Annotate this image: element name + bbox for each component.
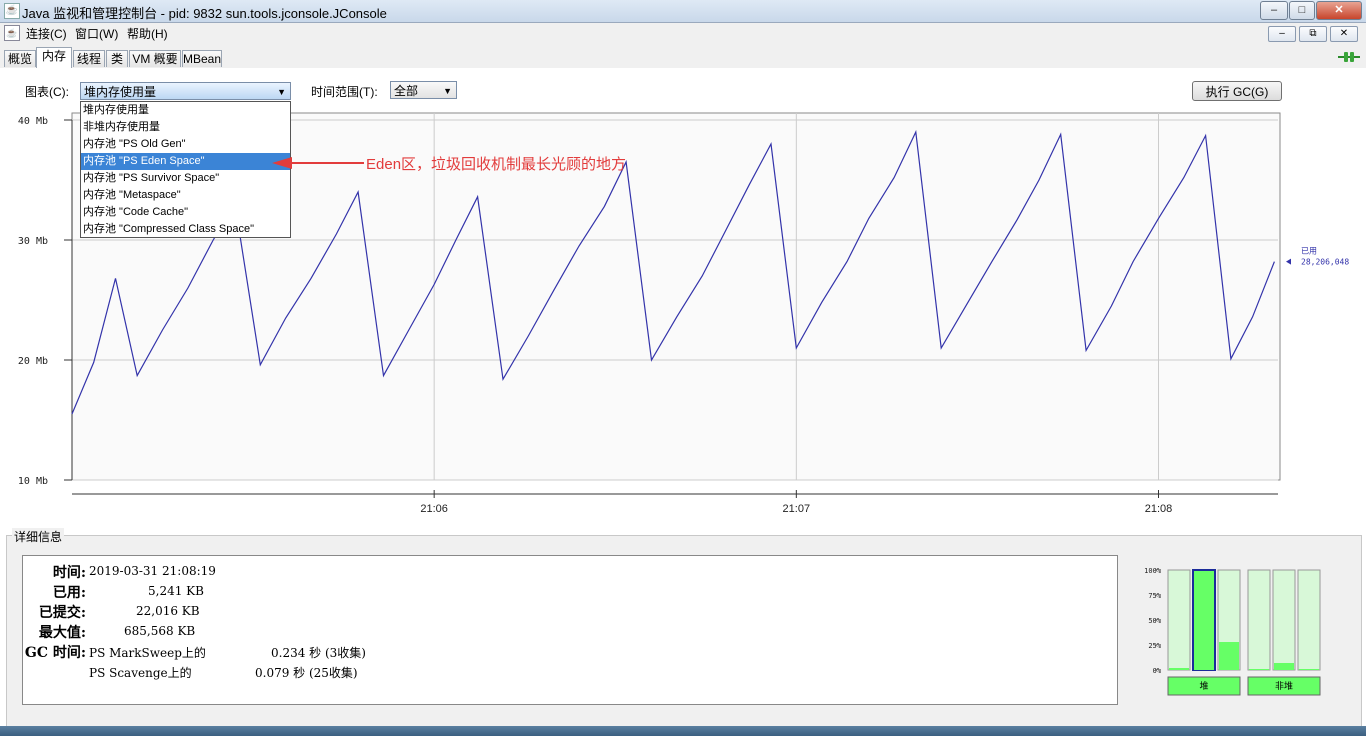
- detail-key-used: 已用:: [52, 585, 86, 601]
- nonheap-pool-bar-frame: [1247, 569, 1271, 671]
- internal-minimize-button[interactable]: –: [1268, 26, 1296, 42]
- close-button[interactable]: ✕: [1316, 1, 1362, 20]
- detail-gc-marksweep-time: 0.234 秒 (3收集): [271, 646, 366, 660]
- tab-classes[interactable]: 类: [106, 50, 128, 67]
- y-tick-label: 10 Mb: [18, 476, 48, 487]
- time-range-label: 时间范围(T):: [311, 85, 378, 99]
- internal-close-button[interactable]: ✕: [1330, 26, 1358, 42]
- time-range-combo[interactable]: 全部 ▼: [390, 81, 457, 99]
- chart-dropdown-list: 堆内存使用量 非堆内存使用量 内存池 "PS Old Gen" 内存池 "PS …: [80, 101, 291, 238]
- detail-value-time: 2019-03-31 21:08:19: [89, 564, 216, 578]
- detail-value-committed: 22,016 KB: [136, 604, 200, 618]
- heap-label: 堆: [1199, 681, 1208, 691]
- dropdown-option-selected[interactable]: 内存池 "PS Eden Space": [81, 153, 290, 170]
- nonheap-pool-bar-fill: [1274, 663, 1294, 670]
- x-tick-label: 21:07: [783, 503, 811, 515]
- nonheap-pool-bar-frame: [1272, 569, 1296, 671]
- perform-gc-button[interactable]: 执行 GC(G): [1192, 81, 1282, 101]
- bar-scale-label: 75%: [1148, 592, 1161, 600]
- dropdown-option[interactable]: 内存池 "Metaspace": [81, 187, 290, 204]
- windows-taskbar: [0, 726, 1366, 736]
- title-bar: ☕ Java 监视和管理控制台 - pid: 9832 sun.tools.jc…: [0, 0, 1366, 23]
- menu-connection[interactable]: 连接(C): [26, 25, 67, 42]
- dropdown-option[interactable]: 内存池 "PS Survivor Space": [81, 170, 290, 187]
- chevron-down-icon: ▼: [443, 86, 452, 96]
- java-menu-icon[interactable]: ☕: [4, 25, 20, 41]
- menu-window[interactable]: 窗口(W): [75, 25, 118, 42]
- nonheap-label: 非堆: [1275, 680, 1293, 691]
- bar-scale-label: 100%: [1144, 567, 1162, 575]
- internal-restore-button[interactable]: ⧉: [1299, 26, 1327, 42]
- bar-scale-label: 0%: [1153, 667, 1162, 675]
- detail-value-max: 685,568 KB: [124, 624, 196, 638]
- detail-gc-marksweep: PS MarkSweep上的: [89, 646, 206, 660]
- time-range-value: 全部: [394, 84, 419, 98]
- jconsole-window: ☕ Java 监视和管理控制台 - pid: 9832 sun.tools.jc…: [0, 0, 1366, 736]
- chart-selector-label: 图表(C):: [25, 85, 69, 99]
- memory-pool-bars: 100% 75% 50% 25% 0% 堆 非堆: [1144, 567, 1321, 696]
- java-app-icon: ☕: [4, 3, 20, 19]
- x-tick-label: 21:08: [1145, 503, 1173, 515]
- y-tick-label: 30 Mb: [18, 236, 48, 247]
- x-tick-label: 21:06: [420, 503, 448, 515]
- current-value-marker: [1286, 258, 1291, 265]
- nonheap-pool-bar-fill: [1299, 669, 1319, 670]
- chevron-down-icon: ▼: [277, 87, 286, 97]
- chart-selector-combo[interactable]: 堆内存使用量 ▼: [80, 82, 291, 100]
- chart-selector-value: 堆内存使用量: [84, 85, 157, 99]
- detail-key-max: 最大值:: [38, 625, 86, 641]
- y-tick-label: 20 Mb: [18, 356, 48, 367]
- tab-bar: 概览 内存 线程 类 VM 概要 MBean: [0, 46, 1366, 69]
- bar-scale-label: 25%: [1148, 642, 1161, 650]
- tab-overview[interactable]: 概览: [4, 50, 36, 67]
- detail-key-gc-time: GC 时间:: [24, 645, 86, 661]
- dropdown-option[interactable]: 非堆内存使用量: [81, 119, 290, 136]
- annotation-arrow: [272, 157, 364, 169]
- menu-help[interactable]: 帮助(H): [127, 25, 168, 42]
- maximize-button[interactable]: □: [1289, 1, 1315, 20]
- heap-pool-bar-fill: [1169, 668, 1189, 670]
- dropdown-option[interactable]: 堆内存使用量: [81, 102, 290, 119]
- dropdown-option[interactable]: 内存池 "PS Old Gen": [81, 136, 290, 153]
- heap-pool-bar-frame: [1167, 569, 1191, 671]
- tab-memory[interactable]: 内存: [36, 47, 72, 69]
- tab-mbean[interactable]: MBean: [182, 50, 222, 67]
- tab-threads[interactable]: 线程: [73, 50, 105, 67]
- connection-status-icon: [1338, 52, 1360, 62]
- bar-scale-label: 50%: [1148, 617, 1161, 625]
- nonheap-pool-bar-fill: [1249, 669, 1269, 670]
- tab-vm-summary[interactable]: VM 概要: [129, 50, 181, 67]
- heap-pool-bar-fill: [1219, 642, 1239, 670]
- current-value: 28,206,048: [1301, 258, 1349, 267]
- window-title: Java 监视和管理控制台 - pid: 9832 sun.tools.jcon…: [22, 6, 387, 21]
- detail-gc-scavenge: PS Scavenge上的: [89, 666, 192, 680]
- nonheap-pool-bar-frame: [1297, 569, 1321, 671]
- detail-key-time: 时间:: [52, 565, 86, 581]
- detail-key-committed: 已提交:: [38, 605, 86, 621]
- annotation-text: Eden区，垃圾回收机制最长光顾的地方: [366, 156, 627, 173]
- detail-value-used: 5,241 KB: [148, 584, 204, 598]
- dropdown-option[interactable]: 内存池 "Code Cache": [81, 204, 290, 221]
- details-title: 详细信息: [12, 528, 65, 545]
- heap-pool-bar-fill: [1194, 571, 1214, 670]
- y-tick-label: 40 Mb: [18, 116, 48, 127]
- minimize-button[interactable]: –: [1260, 1, 1288, 20]
- current-label: 已用: [1301, 247, 1317, 256]
- menu-bar: ☕ 连接(C) 窗口(W) 帮助(H) – ⧉ ✕: [0, 23, 1366, 43]
- detail-gc-scavenge-time: 0.079 秒 (25收集): [255, 666, 358, 680]
- dropdown-option[interactable]: 内存池 "Compressed Class Space": [81, 221, 290, 238]
